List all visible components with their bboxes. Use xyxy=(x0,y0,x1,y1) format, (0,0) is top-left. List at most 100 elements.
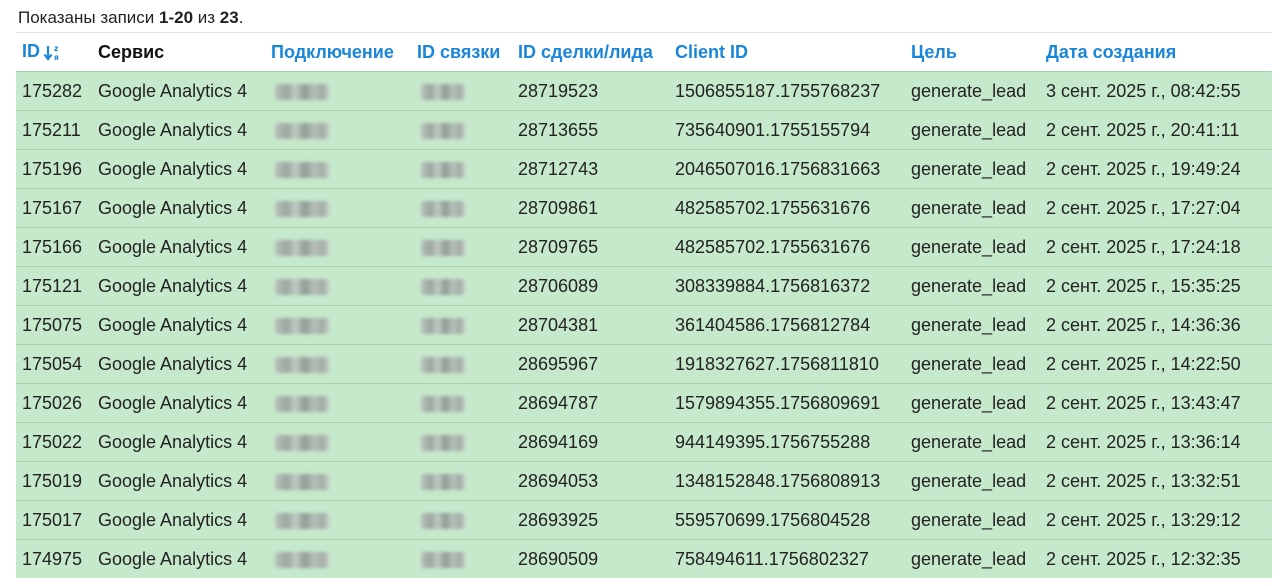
cell-client-id: 758494611.1756802327 xyxy=(669,539,905,578)
cell-deal-id: 28704381 xyxy=(512,305,669,345)
cell-deal-id: 28719523 xyxy=(512,71,669,111)
cell-id: 175019 xyxy=(16,461,92,501)
svg-text:z: z xyxy=(54,44,58,53)
cell-goal: generate_lead xyxy=(905,266,1040,306)
table-row[interactable]: 175167 Google Analytics 4 28709861 48258570… xyxy=(16,188,1272,228)
cell-goal: generate_lead xyxy=(905,461,1040,501)
table-header: ID z я Сервис Подключение ID связки ID с… xyxy=(16,32,1272,72)
sort-by-client-id-link[interactable]: Client ID xyxy=(675,42,748,62)
redacted-connection xyxy=(275,356,329,373)
table-row[interactable]: 175282 Google Analytics 4 28719523 15068551… xyxy=(16,71,1272,111)
redacted-connection xyxy=(275,83,329,100)
column-header-connection: Подключение xyxy=(265,32,411,72)
redacted-link-id xyxy=(421,278,465,295)
cell-service: Google Analytics 4 xyxy=(92,227,265,267)
cell-connection xyxy=(265,110,411,150)
sort-by-deal-id-link[interactable]: ID сделки/лида xyxy=(518,42,653,62)
cell-deal-id: 28690509 xyxy=(512,539,669,578)
header-row: ID z я Сервис Подключение ID связки ID с… xyxy=(16,32,1272,72)
table-row[interactable]: 175075 Google Analytics 4 28704381 36140458… xyxy=(16,305,1272,345)
redacted-connection xyxy=(275,278,329,295)
redacted-link-id xyxy=(421,551,465,568)
cell-deal-id: 28695967 xyxy=(512,344,669,384)
cell-service: Google Analytics 4 xyxy=(92,188,265,228)
cell-client-id: 944149395.1756755288 xyxy=(669,422,905,462)
cell-deal-id: 28712743 xyxy=(512,149,669,189)
cell-goal: generate_lead xyxy=(905,149,1040,189)
table-row[interactable]: 175019 Google Analytics 4 28694053 13481528… xyxy=(16,461,1272,501)
cell-id: 175166 xyxy=(16,227,92,267)
cell-link-id xyxy=(411,500,512,540)
cell-connection xyxy=(265,500,411,540)
cell-connection xyxy=(265,344,411,384)
cell-deal-id: 28709861 xyxy=(512,188,669,228)
cell-service: Google Analytics 4 xyxy=(92,266,265,306)
cell-goal: generate_lead xyxy=(905,422,1040,462)
cell-id: 175167 xyxy=(16,188,92,228)
cell-client-id: 361404586.1756812784 xyxy=(669,305,905,345)
cell-deal-id: 28694053 xyxy=(512,461,669,501)
column-header-service: Сервис xyxy=(92,32,265,72)
cell-created: 2 сент. 2025 г., 19:49:24 xyxy=(1040,149,1272,189)
cell-service: Google Analytics 4 xyxy=(92,149,265,189)
cell-client-id: 482585702.1755631676 xyxy=(669,227,905,267)
table-body: 175282 Google Analytics 4 28719523 15068551… xyxy=(16,71,1272,578)
cell-connection xyxy=(265,305,411,345)
sort-by-link-id-link[interactable]: ID связки xyxy=(417,42,500,62)
cell-goal: generate_lead xyxy=(905,227,1040,267)
cell-link-id xyxy=(411,422,512,462)
column-header-goal: Цель xyxy=(905,32,1040,72)
cell-id: 175075 xyxy=(16,305,92,345)
redacted-link-id xyxy=(421,395,465,412)
sort-by-created-link[interactable]: Дата создания xyxy=(1046,42,1176,62)
cell-client-id: 2046507016.1756831663 xyxy=(669,149,905,189)
cell-deal-id: 28713655 xyxy=(512,110,669,150)
table-row[interactable]: 175166 Google Analytics 4 28709765 48258570… xyxy=(16,227,1272,267)
cell-created: 2 сент. 2025 г., 13:29:12 xyxy=(1040,500,1272,540)
cell-id: 175026 xyxy=(16,383,92,423)
table-row[interactable]: 175022 Google Analytics 4 28694169 94414939… xyxy=(16,422,1272,462)
cell-created: 2 сент. 2025 г., 13:43:47 xyxy=(1040,383,1272,423)
table-row[interactable]: 175121 Google Analytics 4 28706089 30833988… xyxy=(16,266,1272,306)
cell-created: 2 сент. 2025 г., 20:41:11 xyxy=(1040,110,1272,150)
cell-service: Google Analytics 4 xyxy=(92,422,265,462)
sort-by-goal-link[interactable]: Цель xyxy=(911,42,957,62)
column-header-client-id: Client ID xyxy=(669,32,905,72)
cell-goal: generate_lead xyxy=(905,500,1040,540)
cell-service: Google Analytics 4 xyxy=(92,344,265,384)
cell-service: Google Analytics 4 xyxy=(92,71,265,111)
cell-id: 175022 xyxy=(16,422,92,462)
sort-by-id-link[interactable]: ID xyxy=(22,41,40,61)
redacted-link-id xyxy=(421,317,465,334)
summary-text: Показаны записи 1-20 из 23. xyxy=(18,7,243,29)
cell-id: 175196 xyxy=(16,149,92,189)
table-row[interactable]: 175017 Google Analytics 4 28693925 55957069… xyxy=(16,500,1272,540)
table-row[interactable]: 175211 Google Analytics 4 28713655 73564090… xyxy=(16,110,1272,150)
cell-connection xyxy=(265,71,411,111)
table-row[interactable]: 174975 Google Analytics 4 28690509 75849461… xyxy=(16,539,1272,578)
redacted-link-id xyxy=(421,83,465,100)
table-row[interactable]: 175054 Google Analytics 4 28695967 19183276… xyxy=(16,344,1272,384)
records-table: ID z я Сервис Подключение ID связки ID с… xyxy=(16,32,1272,578)
cell-created: 2 сент. 2025 г., 17:27:04 xyxy=(1040,188,1272,228)
cell-service: Google Analytics 4 xyxy=(92,305,265,345)
redacted-link-id xyxy=(421,122,465,139)
table-row[interactable]: 175196 Google Analytics 4 28712743 20465070… xyxy=(16,149,1272,189)
redacted-link-id xyxy=(421,434,465,451)
table-row[interactable]: 175026 Google Analytics 4 28694787 15798943… xyxy=(16,383,1272,423)
cell-connection xyxy=(265,188,411,228)
redacted-connection xyxy=(275,434,329,451)
cell-id: 175282 xyxy=(16,71,92,111)
cell-service: Google Analytics 4 xyxy=(92,500,265,540)
sort-alpha-down-icon[interactable]: z я xyxy=(43,43,63,63)
summary-total: 23 xyxy=(219,8,239,27)
sort-by-connection-link[interactable]: Подключение xyxy=(271,42,394,62)
cell-deal-id: 28709765 xyxy=(512,227,669,267)
cell-goal: generate_lead xyxy=(905,110,1040,150)
redacted-connection xyxy=(275,395,329,412)
cell-id: 174975 xyxy=(16,539,92,578)
cell-service: Google Analytics 4 xyxy=(92,383,265,423)
cell-link-id xyxy=(411,110,512,150)
cell-service: Google Analytics 4 xyxy=(92,539,265,578)
cell-goal: generate_lead xyxy=(905,188,1040,228)
